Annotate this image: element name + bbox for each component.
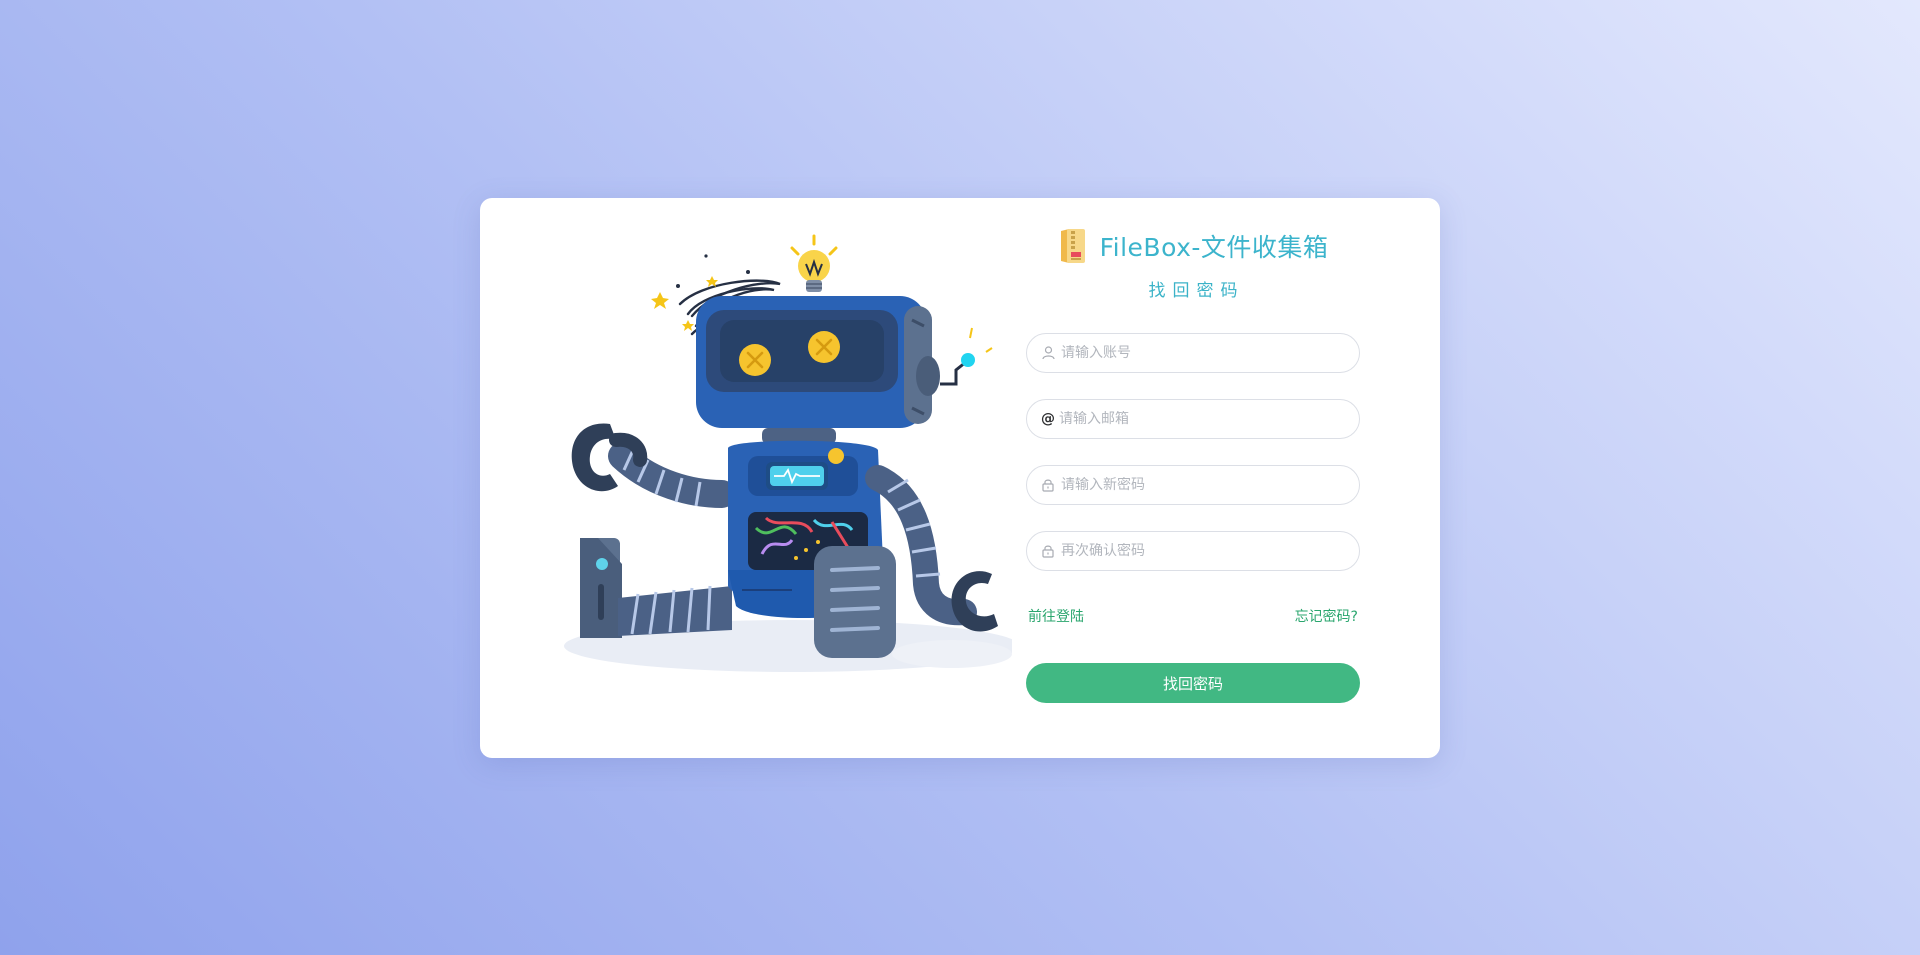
lock-icon — [1041, 478, 1055, 492]
at-sign-icon: @ — [1041, 411, 1055, 427]
auth-links: 前往登陆 忘记密码? — [1026, 606, 1360, 626]
app-title: FileBox-文件收集箱 — [1099, 233, 1329, 262]
email-field[interactable]: @ — [1026, 399, 1360, 439]
confirm-password-input[interactable] — [1061, 543, 1331, 559]
go-to-login-link[interactable]: 前往登陆 — [1026, 606, 1086, 626]
recover-password-button[interactable]: 找回密码 — [1026, 663, 1360, 703]
forgot-password-link[interactable]: 忘记密码? — [1293, 606, 1360, 626]
page-subtitle: 找回密码 — [1148, 281, 1245, 301]
user-icon — [1041, 346, 1055, 360]
brand-header: FileBox-文件收集箱 — [1026, 226, 1360, 266]
email-input[interactable] — [1059, 411, 1329, 427]
folder-zip-icon — [1060, 229, 1085, 263]
confirm-password-field[interactable] — [1026, 531, 1360, 571]
recover-password-card: FileBox-文件收集箱 找回密码 @ — [480, 198, 1440, 758]
robot-illustration — [564, 234, 1012, 672]
new-password-field[interactable] — [1026, 465, 1360, 505]
account-input[interactable] — [1061, 345, 1331, 361]
new-password-input[interactable] — [1061, 477, 1331, 493]
lock-icon — [1041, 544, 1055, 558]
account-field[interactable] — [1026, 333, 1360, 373]
